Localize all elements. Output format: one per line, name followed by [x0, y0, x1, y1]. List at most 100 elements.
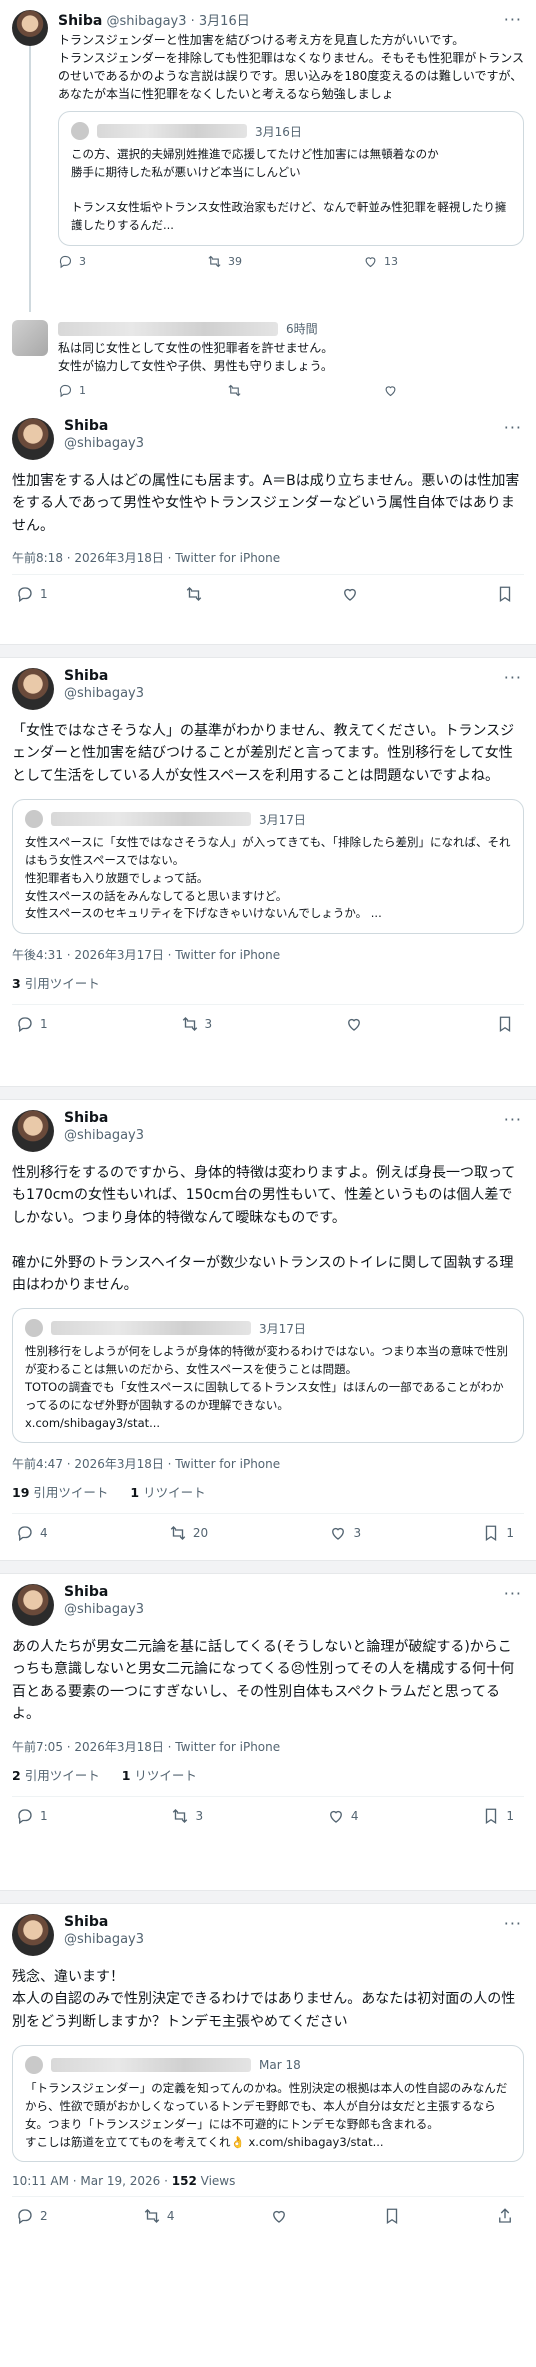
quoted-name-blurred — [51, 2058, 251, 2073]
handle[interactable]: @shibagay3 — [64, 1932, 144, 1948]
display-name[interactable]: Shiba — [64, 668, 144, 686]
reply-icon — [59, 256, 72, 269]
retweet-icon — [186, 587, 202, 602]
more-icon[interactable]: ··· — [504, 1914, 522, 1933]
separator — [0, 1560, 536, 1574]
display-name[interactable]: Shiba — [58, 13, 102, 29]
tweet[interactable]: Shiba @shibagay3 ··· あの人たちが男女二元論を基に話してくる… — [0, 1574, 536, 1890]
retweet-count: 39 — [228, 255, 242, 269]
reply-count: 1 — [40, 1017, 48, 1032]
retweets-link[interactable]: 1 リツイート — [122, 1765, 197, 1784]
avatar[interactable] — [12, 1914, 54, 1956]
more-icon[interactable]: ··· — [504, 668, 522, 687]
bookmark-button[interactable]: 1 — [482, 1807, 514, 1825]
quoted-avatar — [25, 810, 43, 829]
tweet[interactable]: Shiba @shibagay3 ··· 性加害をする人はどの属性にも居ます。A… — [0, 408, 536, 644]
quoted-avatar — [71, 122, 89, 140]
thread-post-top[interactable]: Shiba @shibagay3 · 3月16日 トランスジェンダーと性加害を結… — [0, 0, 536, 312]
more-icon[interactable]: ··· — [504, 418, 522, 437]
share-icon — [499, 2208, 511, 2224]
reply-count: 2 — [40, 2209, 48, 2224]
handle[interactable]: @shibagay3 — [64, 436, 144, 452]
quoted-avatar — [25, 1319, 43, 1338]
bookmark-button[interactable]: 1 — [482, 1524, 514, 1542]
reply-icon — [18, 2209, 32, 2225]
retweet-button[interactable] — [185, 585, 203, 603]
reply-button[interactable]: 1 — [16, 1015, 48, 1033]
avatar[interactable] — [12, 1584, 54, 1626]
avatar[interactable] — [12, 668, 54, 710]
display-name[interactable]: Shiba — [64, 1584, 144, 1602]
reply-button[interactable]: 4 — [16, 1524, 48, 1542]
quoted-tweet[interactable]: Mar 18 「トランスジェンダー」の定義を知ってんのかね。性別決定の根拠は本人… — [12, 2045, 524, 2163]
quoted-name-blurred — [51, 812, 251, 827]
retweet-count: 3 — [195, 1808, 204, 1823]
bookmark-button[interactable] — [496, 585, 514, 603]
retweet-button[interactable]: 4 — [143, 2207, 174, 2225]
quoted-tweet[interactable]: 3月17日 女性スペースに「女性ではなさそうな人」が入ってきても、「排除したら差… — [12, 799, 524, 935]
like-button[interactable] — [270, 2207, 288, 2225]
retweet-button[interactable]: 39 — [207, 254, 242, 269]
bookmark-button[interactable] — [496, 1015, 514, 1033]
handle[interactable]: @shibagay3 — [64, 686, 144, 702]
like-button[interactable]: 4 — [327, 1807, 359, 1825]
avatar[interactable] — [12, 10, 48, 46]
like-button[interactable]: 13 — [363, 254, 398, 269]
tweet[interactable]: Shiba @shibagay3 ··· 残念、違います！ 本人の自認のみで性別… — [0, 1904, 536, 2274]
quote-tweets-link[interactable]: 2 引用ツイート — [12, 1765, 100, 1784]
handle[interactable]: @shibagay3 — [64, 1602, 144, 1618]
avatar[interactable] — [12, 1110, 54, 1152]
tweet-meta: 10:11 AM · Mar 19, 2026 · 152 Views — [12, 2174, 236, 2189]
display-name[interactable]: Shiba — [64, 1110, 144, 1128]
like-button[interactable] — [341, 585, 359, 603]
reply-button[interactable]: 1 — [16, 1807, 48, 1825]
reply-count: 1 — [40, 1808, 48, 1823]
tweet-text: 性別移行をするのですから、身体的特徴は変わりますよ。例えば身長一つ取っても170… — [12, 1165, 516, 1293]
reply-button[interactable]: 3 — [58, 254, 86, 269]
quoted-name-blurred — [97, 124, 247, 138]
retweet-button[interactable] — [227, 383, 242, 398]
tweet[interactable]: Shiba @shibagay3 ··· 性別移行をするのですから、身体的特徴は… — [0, 1100, 536, 1560]
quote-tweets-link[interactable]: 19 引用ツイート — [12, 1482, 108, 1501]
tweet[interactable]: Shiba @shibagay3 ··· 「女性ではなさそうな人」の基準がわかり… — [0, 658, 536, 1086]
display-name[interactable]: Shiba — [64, 418, 144, 436]
like-button[interactable] — [383, 383, 398, 398]
more-icon[interactable]: ··· — [504, 10, 522, 29]
quoted-tweet[interactable]: 3月16日 この方、選択的夫婦別姓推進で応援してたけど性加害には無頓着なのか 勝… — [58, 111, 524, 247]
quoted-avatar — [25, 2056, 43, 2075]
heart-icon — [385, 386, 396, 397]
reply-count: 4 — [40, 1526, 48, 1541]
tweet-text: 「女性ではなさそうな人」の基準がわかりません、教えてください。トランスジェンダー… — [12, 723, 515, 784]
quoted-date: 3月16日 — [255, 124, 302, 139]
bookmark-button[interactable] — [383, 2207, 401, 2225]
like-count: 4 — [350, 1808, 359, 1823]
retweet-icon — [182, 1017, 197, 1032]
share-button[interactable] — [496, 2207, 514, 2225]
reply-button[interactable]: 1 — [58, 383, 86, 398]
reply-button[interactable]: 2 — [16, 2207, 48, 2225]
retweet-count: 20 — [192, 1526, 209, 1541]
like-button[interactable]: 3 — [329, 1524, 361, 1542]
avatar[interactable] — [12, 418, 54, 460]
retweet-button[interactable]: 20 — [169, 1524, 208, 1542]
retweet-button[interactable]: 3 — [181, 1015, 212, 1033]
reply-button[interactable]: 1 — [16, 585, 48, 603]
like-button[interactable] — [345, 1015, 363, 1033]
reply-icon — [18, 1808, 32, 1824]
reply-avatar-blurred — [12, 320, 48, 356]
post-date[interactable]: · 3月16日 — [191, 14, 250, 29]
reply-icon — [59, 384, 72, 398]
retweets-link[interactable]: 1 リツイート — [130, 1482, 205, 1501]
post-text: トランスジェンダーと性加害を結びつける考え方を見直した方がいいです。 トランスジ… — [58, 33, 524, 101]
reply-post[interactable]: 6時間 私は同じ女性として女性の性犯罪者を許せません。 女性が協力して女性や子供… — [0, 312, 536, 408]
more-icon[interactable]: ··· — [504, 1584, 522, 1603]
handle[interactable]: @shibagay3 — [64, 1128, 144, 1144]
retweet-button[interactable]: 3 — [171, 1807, 203, 1825]
quoted-tweet[interactable]: 3月17日 性別移行をしようが何をしようが身体的特徴が変わるわけではない。つまり… — [12, 1308, 524, 1444]
quote-tweets-link[interactable]: 3 引用ツイート — [12, 973, 100, 992]
display-name[interactable]: Shiba — [64, 1914, 144, 1932]
retweet-icon — [144, 2209, 160, 2224]
more-icon[interactable]: ··· — [504, 1110, 522, 1129]
handle[interactable]: @shibagay3 — [106, 14, 186, 29]
tweet-text: 残念、違います！ 本人の自認のみで性別決定できるわけではありません。あなたは初対… — [12, 1969, 516, 2030]
